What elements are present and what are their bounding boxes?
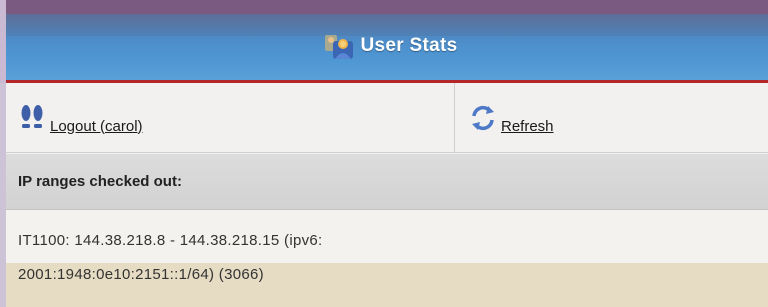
refresh-icon [472,105,494,130]
header-top-stripe [6,0,768,14]
page-title: User Stats [360,35,458,56]
refresh-link[interactable]: Refresh [469,103,554,135]
ip-range-entry: IT1100: 144.38.218.8 - 144.38.218.15 (ip… [6,211,768,307]
logout-link[interactable]: Logout (carol) [18,103,143,135]
refresh-cell: Refresh [455,83,768,152]
logout-label: Logout (carol) [50,117,143,135]
ip-range-line-1: IT1100: 144.38.218.8 - 144.38.218.15 (ip… [18,232,323,249]
action-row: Logout (carol) Refresh [6,83,768,153]
refresh-label: Refresh [501,117,554,135]
ip-ranges-heading-row: IP ranges checked out: [6,154,768,210]
logout-cell: Logout (carol) [6,83,455,152]
ip-range-line-2: 2001:1948:0e10:2151::1/64) (3066) [18,266,264,283]
user-icon [324,35,353,59]
header-title-group: User Stats [6,31,768,61]
ip-ranges-heading: IP ranges checked out: [18,173,182,190]
header-bar: User Stats [0,0,768,84]
footsteps-icon [21,104,43,128]
